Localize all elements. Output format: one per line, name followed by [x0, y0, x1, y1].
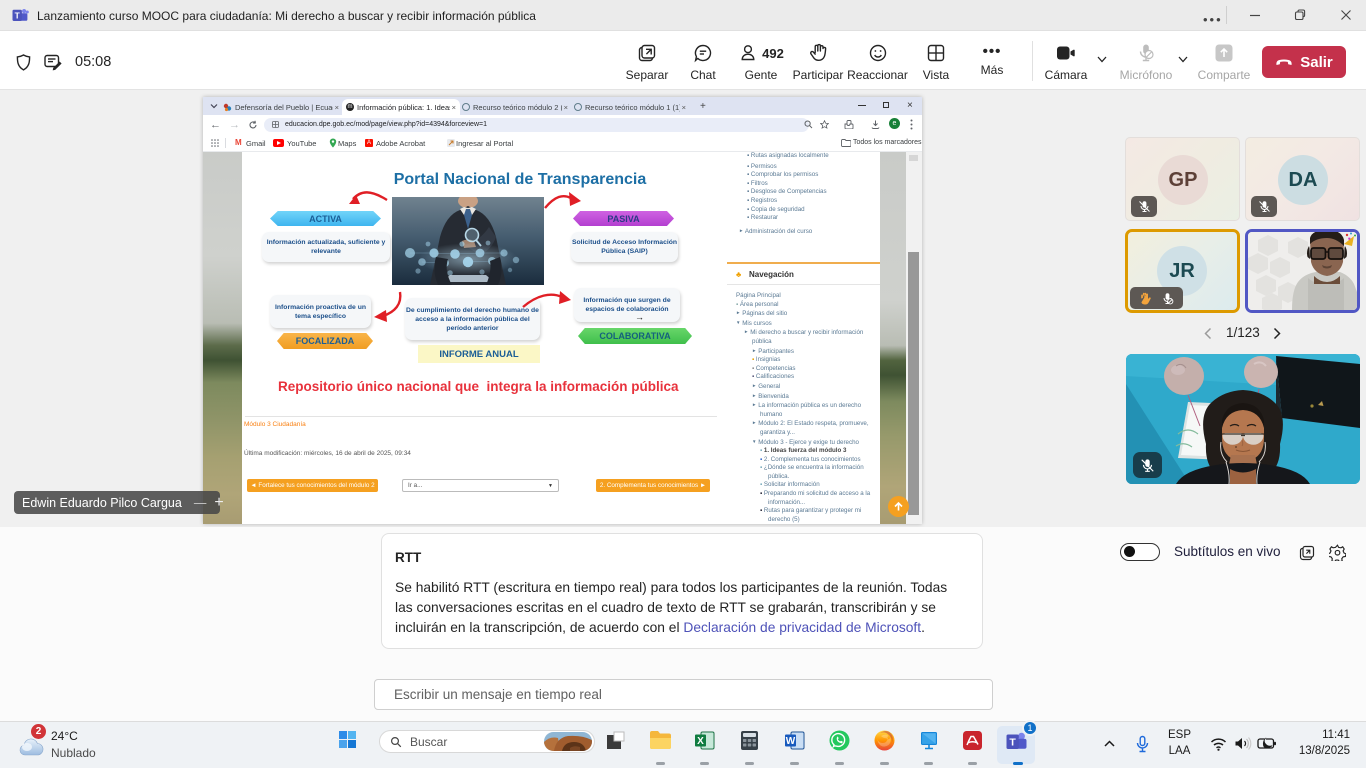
svg-text:T: T: [1009, 736, 1016, 748]
svg-text:W: W: [786, 736, 796, 747]
svg-text:X: X: [697, 736, 704, 747]
svg-text:T: T: [15, 10, 21, 20]
